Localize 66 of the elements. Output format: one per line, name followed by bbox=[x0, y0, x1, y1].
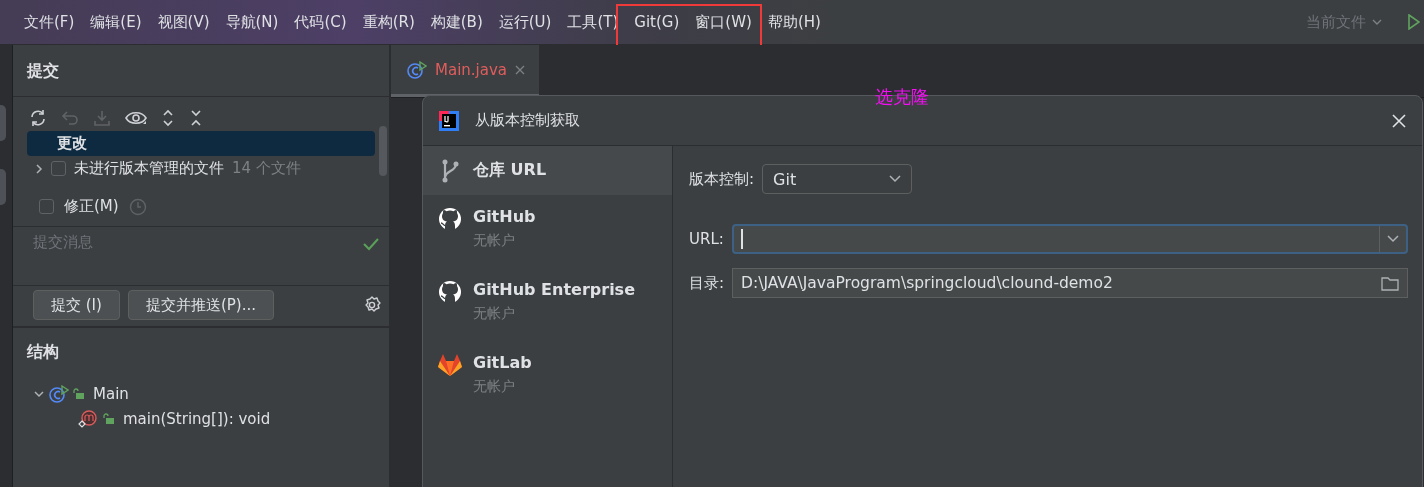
menu-item[interactable]: 导航(N) bbox=[225, 12, 279, 32]
menu-item[interactable]: Git(G) bbox=[634, 12, 680, 32]
account-status: 无帐户 bbox=[473, 378, 516, 396]
undo-icon[interactable] bbox=[61, 109, 79, 127]
source-list-item[interactable]: GitHub 无帐户 bbox=[423, 195, 672, 268]
chevron-icon[interactable] bbox=[1387, 235, 1399, 243]
menu-item[interactable]: 帮助(H) bbox=[767, 12, 821, 32]
vcs-dropdown[interactable]: Git bbox=[762, 164, 913, 194]
octocat-icon bbox=[438, 207, 462, 231]
file-count: 14 个文件 bbox=[232, 159, 301, 178]
class-icon bbox=[407, 60, 427, 79]
panel-title: 结构 bbox=[26, 341, 60, 363]
clock-icon[interactable] bbox=[128, 197, 147, 216]
commit-button[interactable]: 提交并推送(P)... bbox=[127, 290, 274, 320]
method-icon bbox=[77, 408, 99, 429]
tool-window-button[interactable] bbox=[0, 169, 6, 205]
menu-item[interactable]: 重构(R) bbox=[362, 12, 415, 32]
menu-item[interactable]: 窗口(W) bbox=[695, 12, 752, 32]
panel-title: 提交 bbox=[13, 45, 389, 97]
lock-icon bbox=[103, 412, 115, 425]
account-status: 无帐户 bbox=[473, 232, 516, 250]
source-list-item[interactable]: 仓库 URL bbox=[423, 146, 672, 195]
expand-icon[interactable] bbox=[161, 109, 175, 127]
menu-item[interactable]: 运行(U) bbox=[498, 12, 552, 32]
eye-icon[interactable] bbox=[125, 109, 147, 127]
download-icon[interactable] bbox=[93, 109, 111, 127]
account-status: 无帐户 bbox=[473, 305, 516, 323]
checkbox[interactable] bbox=[51, 161, 66, 176]
tree-item[interactable]: main(String[]): void bbox=[123, 409, 271, 428]
menu-item[interactable]: 视图(V) bbox=[157, 12, 210, 32]
source-list-item[interactable]: GitHub Enterprise 无帐户 bbox=[423, 268, 672, 341]
refresh-icon[interactable] bbox=[29, 109, 47, 127]
tree-item[interactable]: 更改 bbox=[27, 131, 375, 156]
check-icon bbox=[363, 237, 379, 251]
lock-icon bbox=[73, 387, 85, 400]
chevron-icon[interactable] bbox=[35, 162, 43, 175]
fox-icon bbox=[437, 353, 463, 377]
checkbox[interactable] bbox=[39, 199, 54, 214]
field-label: URL: bbox=[689, 230, 724, 248]
url-input-field[interactable] bbox=[731, 224, 1408, 254]
octocat-icon bbox=[438, 280, 462, 304]
scrollbar[interactable] bbox=[379, 126, 387, 176]
commit-button[interactable]: 提交 (I) bbox=[33, 290, 120, 320]
tree-item-label[interactable]: 未进行版本管理的文件 bbox=[74, 159, 224, 178]
collapse-icon[interactable] bbox=[189, 109, 203, 127]
dialog-title: 从版本控制获取 bbox=[475, 111, 580, 130]
app-logo-icon bbox=[439, 110, 459, 131]
menu-item[interactable]: 代码(C) bbox=[294, 12, 347, 32]
menu-item[interactable]: 文件(F) bbox=[24, 12, 75, 32]
source-list-item[interactable]: GitLab 无帐户 bbox=[423, 341, 672, 414]
class-icon bbox=[49, 384, 69, 403]
field-label: 目录: bbox=[689, 273, 725, 293]
tree-item[interactable]: Main bbox=[93, 384, 129, 403]
tool-window-button[interactable] bbox=[0, 105, 6, 141]
directory-input-field[interactable]: D:\JAVA\JavaProgram\springcloud\clound-demo2 bbox=[732, 268, 1408, 298]
folder-icon[interactable] bbox=[1381, 275, 1399, 291]
field-label: 版本控制: bbox=[689, 169, 755, 189]
branch-icon bbox=[441, 158, 459, 183]
play-icon[interactable] bbox=[1408, 14, 1420, 30]
chevron-icon bbox=[889, 175, 902, 183]
chevron-icon bbox=[1372, 17, 1382, 27]
annotation-text: 选克隆 bbox=[875, 85, 929, 109]
checkbox-label[interactable]: 修正(M) bbox=[64, 197, 119, 216]
menu-item[interactable]: 编辑(E) bbox=[90, 12, 142, 32]
settings-icon[interactable] bbox=[363, 296, 381, 314]
menu-item[interactable]: 构建(B) bbox=[430, 12, 483, 32]
